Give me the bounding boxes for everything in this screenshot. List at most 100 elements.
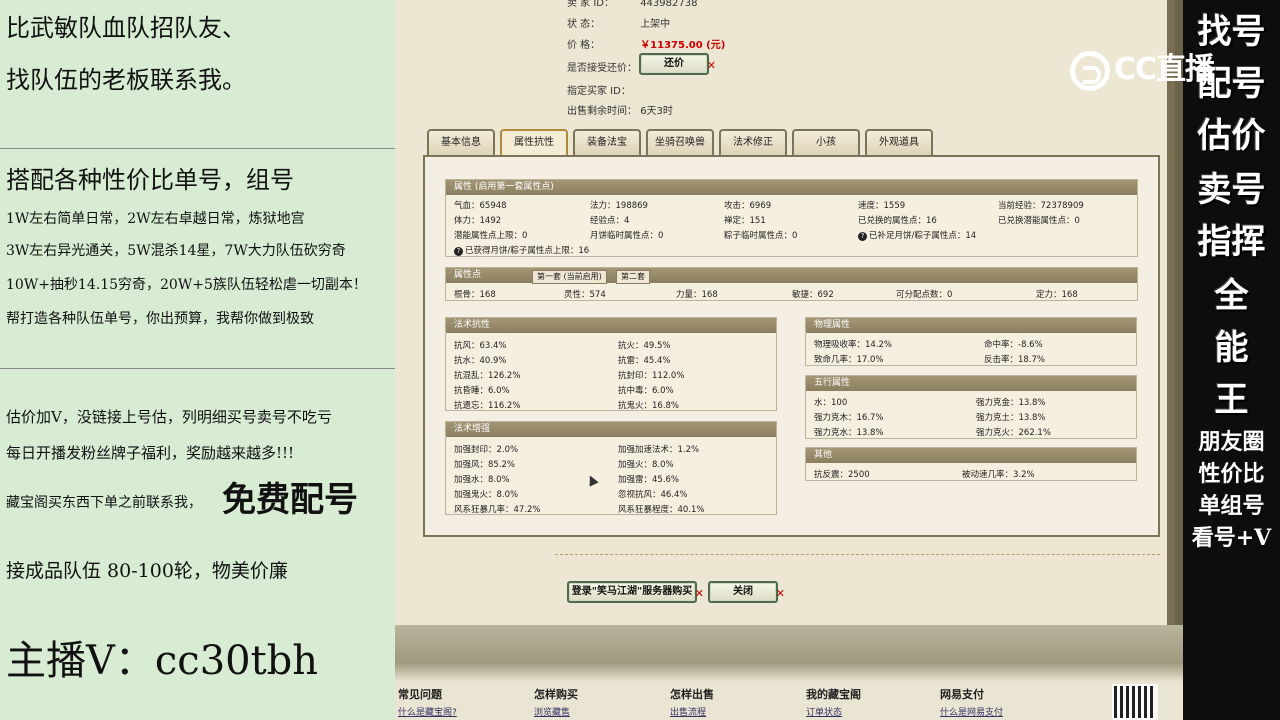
footer-link[interactable]: 什么是网易支付 bbox=[940, 705, 1003, 718]
free-match-text: 免费配号 bbox=[222, 480, 358, 520]
attributes-panel: 属性 (启用第一套属性点) 气血：65948 法力：198869 攻击：6969… bbox=[423, 155, 1160, 537]
seller-id-label: 卖 家 ID： bbox=[567, 0, 615, 9]
cc-logo-icon bbox=[1070, 50, 1110, 91]
divider bbox=[555, 554, 1160, 555]
attr-exchanged-potential: 已兑换潜能属性点：0 bbox=[998, 216, 1080, 226]
buyer-id-row: 指定买家 ID： bbox=[567, 82, 637, 97]
attr-zen: 禅定：151 bbox=[724, 216, 766, 226]
enhance-cell: 加强雷：45.6% bbox=[618, 475, 680, 485]
attr-limit-text: 已获得月饼/粽子属性点上限：16 bbox=[465, 246, 590, 256]
footer-link[interactable]: 出售流程 bbox=[670, 705, 706, 718]
resist-cell: 抗雷：45.4% bbox=[618, 356, 671, 366]
physical-cell: 物理吸收率：14.2% bbox=[814, 340, 893, 350]
question-icon: ? bbox=[454, 247, 463, 256]
trade-window: 卖 家 ID： 443982738 状 态： 上架中 价 格： ￥11375.0… bbox=[395, 0, 1183, 720]
counter-offer-button[interactable]: 还价 ✕ bbox=[639, 53, 716, 75]
tab-child[interactable]: 小孩 bbox=[792, 129, 860, 156]
ad-line-4: 1W左右简单日常，2W左右卓越日常，炼狱地宫 bbox=[6, 211, 305, 227]
enhance-cell: 加强水：8.0% bbox=[454, 475, 510, 485]
question-icon: ? bbox=[858, 232, 867, 241]
cc-live-logo: CC直播 bbox=[1070, 44, 1240, 94]
counter-offer-row: 是否接受还价： bbox=[567, 59, 637, 74]
resist-cell: 抗火：49.5% bbox=[618, 341, 671, 351]
attr-zongzi: 粽子临时属性点：0 bbox=[724, 231, 798, 241]
wuxing-cell: 强力克木：16.7% bbox=[814, 413, 884, 423]
other-header: 其他 bbox=[806, 448, 1136, 463]
divider bbox=[0, 148, 395, 149]
streamer-tag-panel: 找号 配号 估价 卖号 指挥 全 能 王 朋友圈 性价比 单组号 看号+V bbox=[1183, 0, 1280, 720]
resist-cell: 抗遗忘：116.2% bbox=[454, 401, 521, 411]
footer-col-faq: 常见问题 bbox=[398, 688, 442, 701]
footer-col-sell: 怎样出售 bbox=[670, 688, 714, 701]
tab-basic-info[interactable]: 基本信息 bbox=[427, 129, 495, 156]
ad-line-11: 接成品队伍 80-100轮，物美价廉 bbox=[6, 560, 288, 582]
close-icon: ✕ bbox=[694, 587, 704, 600]
footer-col-pay: 网易支付 bbox=[940, 688, 984, 701]
attributes-header: 属性 (启用第一套属性点) bbox=[446, 180, 1137, 195]
points-header: 属性点 bbox=[454, 270, 482, 280]
remaining-value: 6天3时 bbox=[640, 106, 673, 117]
divider bbox=[0, 368, 395, 369]
enhance-cell: 加强火：8.0% bbox=[618, 460, 674, 470]
streamer-contact: 主播V：cc30tbh bbox=[6, 638, 319, 684]
enhance-cell: 忽视抗风：46.4% bbox=[618, 490, 688, 500]
tab-appearance[interactable]: 外观道具 bbox=[865, 129, 933, 156]
attr-attack: 攻击：6969 bbox=[724, 201, 772, 211]
attr-stamina: 体力：1492 bbox=[454, 216, 502, 226]
attr-exchanged: 已兑换的属性点：16 bbox=[858, 216, 937, 226]
price-row: 价 格： ￥11375.00 (元) bbox=[567, 36, 725, 51]
footer-link[interactable]: 什么是藏宝阁? bbox=[398, 705, 457, 718]
other-cell: 抗反震：2500 bbox=[814, 470, 870, 480]
footer-link[interactable]: 浏览藏售 bbox=[534, 705, 570, 718]
close-button-label: 关闭 bbox=[733, 586, 753, 597]
points-header-bar: 属性点 第一套 (当前启用) 第二套 bbox=[446, 268, 1137, 284]
enhance-cell: 风系狂暴几率：47.2% bbox=[454, 505, 541, 515]
tab-attributes[interactable]: 属性抗性 bbox=[500, 129, 568, 156]
ad-line-7: 帮打造各种队伍单号，你出预算，我帮你做到极致 bbox=[6, 311, 314, 327]
tab-mounts[interactable]: 坐骑召唤兽 bbox=[646, 129, 714, 156]
close-icon: ✕ bbox=[706, 59, 716, 72]
ad-line-10: 藏宝阁买东西下单之前联系我， bbox=[6, 495, 202, 511]
resist-cell: 抗混乱：126.2% bbox=[454, 371, 521, 381]
enhance-section: 法术增强 加强封印：2.0% 加强加速法术：1.2% 加强风：85.2% 加强火… bbox=[445, 421, 777, 515]
tab-equipment[interactable]: 装备法宝 bbox=[573, 129, 641, 156]
attr-speed: 速度：1559 bbox=[858, 201, 906, 211]
seller-id-value: 443982738 bbox=[640, 0, 698, 9]
physical-cell: 致命几率：17.0% bbox=[814, 355, 884, 365]
enhance-cell: 加强风：85.2% bbox=[454, 460, 516, 470]
tag-row: 单组号 bbox=[1198, 493, 1265, 519]
attr-mooncake: 月饼临时属性点：0 bbox=[590, 231, 664, 241]
attr-filled-text: 已补足月饼/粽子属性点：14 bbox=[869, 231, 977, 241]
footer-link[interactable]: 订单状态 bbox=[806, 705, 842, 718]
point-available: 可分配点数：0 bbox=[896, 290, 953, 300]
price-label: 价 格： bbox=[567, 40, 601, 51]
footer-col-my: 我的藏宝阁 bbox=[806, 688, 861, 701]
attr-mp: 法力：198869 bbox=[590, 201, 648, 211]
status-value: 上架中 bbox=[640, 19, 671, 30]
resist-cell: 抗风：63.4% bbox=[454, 341, 507, 351]
attr-exp: 当前经验：72378909 bbox=[998, 201, 1084, 211]
buyer-id-label: 指定买家 ID： bbox=[567, 86, 631, 97]
tab-spell-mod[interactable]: 法术修正 bbox=[719, 129, 787, 156]
close-button[interactable]: 关闭 ✕ bbox=[708, 581, 785, 603]
points-tab-second[interactable]: 第二套 bbox=[616, 270, 650, 284]
physical-section: 物理属性 物理吸收率：14.2% 命中率：-8.6% 致命几率：17.0% 反击… bbox=[805, 317, 1137, 366]
resist-cell: 抗封印：112.0% bbox=[618, 371, 685, 381]
login-buy-button-label: 登录"笑马江湖"服务器购买 bbox=[571, 586, 693, 597]
points-section: 属性点 第一套 (当前启用) 第二套 根骨：168 灵性：574 力量：168 … bbox=[445, 267, 1138, 301]
counter-offer-button-label: 还价 bbox=[664, 58, 684, 69]
ad-line-3: 搭配各种性价比单号，组号 bbox=[6, 166, 294, 194]
physical-cell: 命中率：-8.6% bbox=[984, 340, 1043, 350]
points-tab-first[interactable]: 第一套 (当前启用) bbox=[532, 270, 607, 284]
tag-text: 王 bbox=[1214, 380, 1249, 420]
ad-line-1: 比武敏队血队招队友、 bbox=[6, 14, 246, 42]
resist-header: 法术抗性 bbox=[446, 318, 776, 333]
remaining-row: 出售剩余时间： 6天3时 bbox=[567, 102, 673, 117]
attr-limit: ? 已获得月饼/粽子属性点上限：16 bbox=[454, 244, 589, 256]
cc-logo-text: CC直播 bbox=[1114, 52, 1215, 87]
login-buy-button[interactable]: 登录"笑马江湖"服务器购买 ✕ bbox=[567, 581, 704, 603]
resist-cell: 抗鬼火：16.8% bbox=[618, 401, 680, 411]
physical-header: 物理属性 bbox=[806, 318, 1136, 333]
counter-offer-label: 是否接受还价： bbox=[567, 63, 637, 74]
price-value: ￥11375.00 (元) bbox=[640, 40, 726, 51]
